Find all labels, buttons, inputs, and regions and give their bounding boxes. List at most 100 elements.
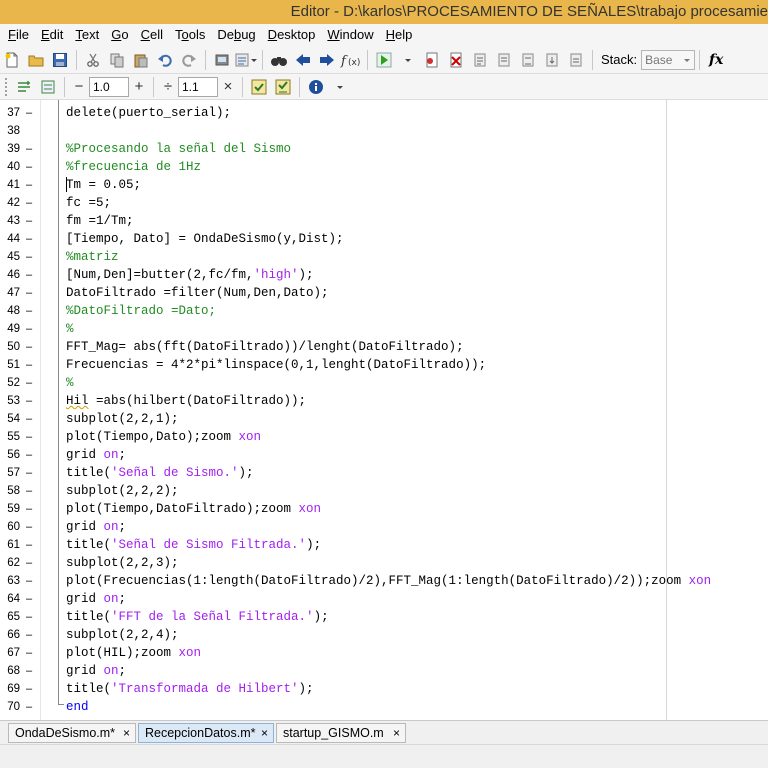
run-dropdown-icon[interactable]	[397, 49, 419, 71]
help-info-icon[interactable]	[305, 76, 327, 98]
menu-item[interactable]: Desktop	[262, 25, 322, 45]
document-tab[interactable]: RecepcionDatos.m* ×	[138, 723, 274, 743]
code-line[interactable]: 51– Frecuencias = 4*2*pi*linspace(0,1,len…	[0, 356, 768, 374]
guide-dropdown-icon[interactable]	[235, 49, 257, 71]
code-line[interactable]: 66– subplot(2,2,4);	[0, 626, 768, 644]
new-file-icon[interactable]	[1, 49, 23, 71]
menu-item[interactable]: Tools	[169, 25, 211, 45]
breakpoint-marker[interactable]: –	[26, 680, 32, 698]
forward-arrow-icon[interactable]	[316, 49, 338, 71]
breakpoint-marker[interactable]: –	[26, 464, 32, 482]
close-tab-icon[interactable]: ×	[123, 724, 130, 742]
increment-button[interactable]: +	[129, 78, 149, 95]
code-line[interactable]: 54– subplot(2,2,1);	[0, 410, 768, 428]
breakpoint-marker[interactable]: –	[26, 554, 32, 572]
menu-item[interactable]: Edit	[35, 25, 69, 45]
code-line[interactable]: 56– grid on;	[0, 446, 768, 464]
menu-item[interactable]: Window	[321, 25, 379, 45]
menu-item[interactable]: Go	[105, 25, 134, 45]
breakpoint-marker[interactable]: –	[26, 572, 32, 590]
breakpoint-marker[interactable]: –	[26, 320, 32, 338]
breakpoint-marker[interactable]: –	[26, 392, 32, 410]
code-line[interactable]: 39– %Procesando la señal del Sismo	[0, 140, 768, 158]
breakpoint-marker[interactable]: –	[26, 176, 32, 194]
continue-icon[interactable]	[541, 49, 563, 71]
breakpoint-marker[interactable]: –	[26, 212, 32, 230]
code-line[interactable]: 53– Hil =abs(hilbert(DatoFiltrado));	[0, 392, 768, 410]
code-line[interactable]: 70– end	[0, 698, 768, 716]
breakpoint-marker[interactable]: –	[26, 104, 32, 122]
breakpoint-marker[interactable]: –	[26, 248, 32, 266]
code-line[interactable]: 67– plot(HIL);zoom xon	[0, 644, 768, 662]
breakpoint-marker[interactable]: –	[26, 194, 32, 212]
code-editor[interactable]: 37– delete(puerto_serial); 38 39– %Procesand…	[0, 100, 768, 720]
function-browser-icon[interactable]: f (x)	[340, 49, 362, 71]
code-line[interactable]: 62– subplot(2,2,3);	[0, 554, 768, 572]
code-line[interactable]: 69– title('Transformada de Hilbert');	[0, 680, 768, 698]
breakpoint-marker[interactable]: –	[26, 590, 32, 608]
exit-debug-icon[interactable]	[565, 49, 587, 71]
code-line[interactable]: 55– plot(Tiempo,Dato);zoom xon	[0, 428, 768, 446]
code-line[interactable]: 65– title('FFT de la Señal Filtrada.');	[0, 608, 768, 626]
breakpoint-marker[interactable]: –	[26, 698, 32, 716]
breakpoint-marker[interactable]: –	[26, 302, 32, 320]
breakpoint-marker[interactable]: –	[26, 356, 32, 374]
code-line[interactable]: 58– subplot(2,2,2);	[0, 482, 768, 500]
breakpoint-marker[interactable]: –	[26, 140, 32, 158]
breakpoint-marker[interactable]: –	[26, 500, 32, 518]
code-line[interactable]: 57– title('Señal de Sismo.');	[0, 464, 768, 482]
code-line[interactable]: 45– %matriz	[0, 248, 768, 266]
code-line[interactable]: 64– grid on;	[0, 590, 768, 608]
divide-value-field[interactable]: 1.1	[178, 76, 218, 97]
stack-select[interactable]: Base	[641, 49, 696, 70]
step-out-icon[interactable]	[517, 49, 539, 71]
breakpoint-marker[interactable]: –	[26, 482, 32, 500]
divide-button[interactable]: ÷	[158, 78, 178, 95]
copy-icon[interactable]	[106, 49, 128, 71]
step-icon[interactable]	[469, 49, 491, 71]
function-icon[interactable]: fx	[705, 49, 727, 71]
toolbar-grip[interactable]	[4, 76, 8, 97]
code-line[interactable]: 44– [Tiempo, Dato] = OndaDeSismo(y,Dist);	[0, 230, 768, 248]
decrement-button[interactable]: −	[69, 78, 89, 95]
cut-icon[interactable]	[82, 49, 104, 71]
evaluate-cell-icon[interactable]	[248, 76, 270, 98]
show-cell-titles-icon[interactable]	[37, 76, 59, 98]
code-line[interactable]: 42– fc =5;	[0, 194, 768, 212]
breakpoint-marker[interactable]: –	[26, 428, 32, 446]
code-line[interactable]: 37– delete(puerto_serial);	[0, 104, 768, 122]
close-tab-icon[interactable]: ×	[261, 724, 268, 742]
breakpoint-marker[interactable]: –	[26, 230, 32, 248]
set-breakpoint-icon[interactable]	[421, 49, 443, 71]
save-icon[interactable]	[49, 49, 71, 71]
code-line[interactable]: 38	[0, 122, 768, 140]
code-line[interactable]: 43– fm =1/Tm;	[0, 212, 768, 230]
simulink-icon[interactable]	[211, 49, 233, 71]
run-icon[interactable]	[373, 49, 395, 71]
breakpoint-marker[interactable]: –	[26, 626, 32, 644]
code-line[interactable]: 60– grid on;	[0, 518, 768, 536]
breakpoint-marker[interactable]: –	[26, 644, 32, 662]
breakpoint-marker[interactable]: –	[26, 518, 32, 536]
breakpoint-marker[interactable]: –	[26, 662, 32, 680]
breakpoint-marker[interactable]: –	[26, 536, 32, 554]
code-line[interactable]: 48– %DatoFiltrado =Dato;	[0, 302, 768, 320]
code-line[interactable]: 61– title('Señal de Sismo Filtrada.');	[0, 536, 768, 554]
find-binoculars-icon[interactable]	[268, 49, 290, 71]
menu-item[interactable]: Help	[380, 25, 419, 45]
code-line[interactable]: 63– plot(Frecuencias(1:length(DatoFiltrad…	[0, 572, 768, 590]
menu-item[interactable]: Cell	[135, 25, 169, 45]
code-line[interactable]: 59– plot(Tiempo,DatoFiltrado);zoom xon	[0, 500, 768, 518]
breakpoint-marker[interactable]: –	[26, 446, 32, 464]
breakpoint-marker[interactable]: –	[26, 266, 32, 284]
code-line[interactable]: 50– FFT_Mag= abs(fft(DatoFiltrado))/lengh…	[0, 338, 768, 356]
decrement-value-field[interactable]: 1.0	[89, 76, 129, 97]
insert-cell-divider-icon[interactable]	[13, 76, 35, 98]
code-line[interactable]: 46– [Num,Den]=butter(2,fc/fm,'high');	[0, 266, 768, 284]
close-tab-icon[interactable]: ×	[393, 724, 400, 742]
breakpoint-marker[interactable]: –	[26, 608, 32, 626]
title-bar[interactable]: Editor - D:\karlos\PROCESAMIENTO DE SEÑA…	[0, 0, 768, 24]
code-line[interactable]: 52–%	[0, 374, 768, 392]
code-line[interactable]: 40– %frecuencia de 1Hz	[0, 158, 768, 176]
code-line[interactable]: 68– grid on;	[0, 662, 768, 680]
